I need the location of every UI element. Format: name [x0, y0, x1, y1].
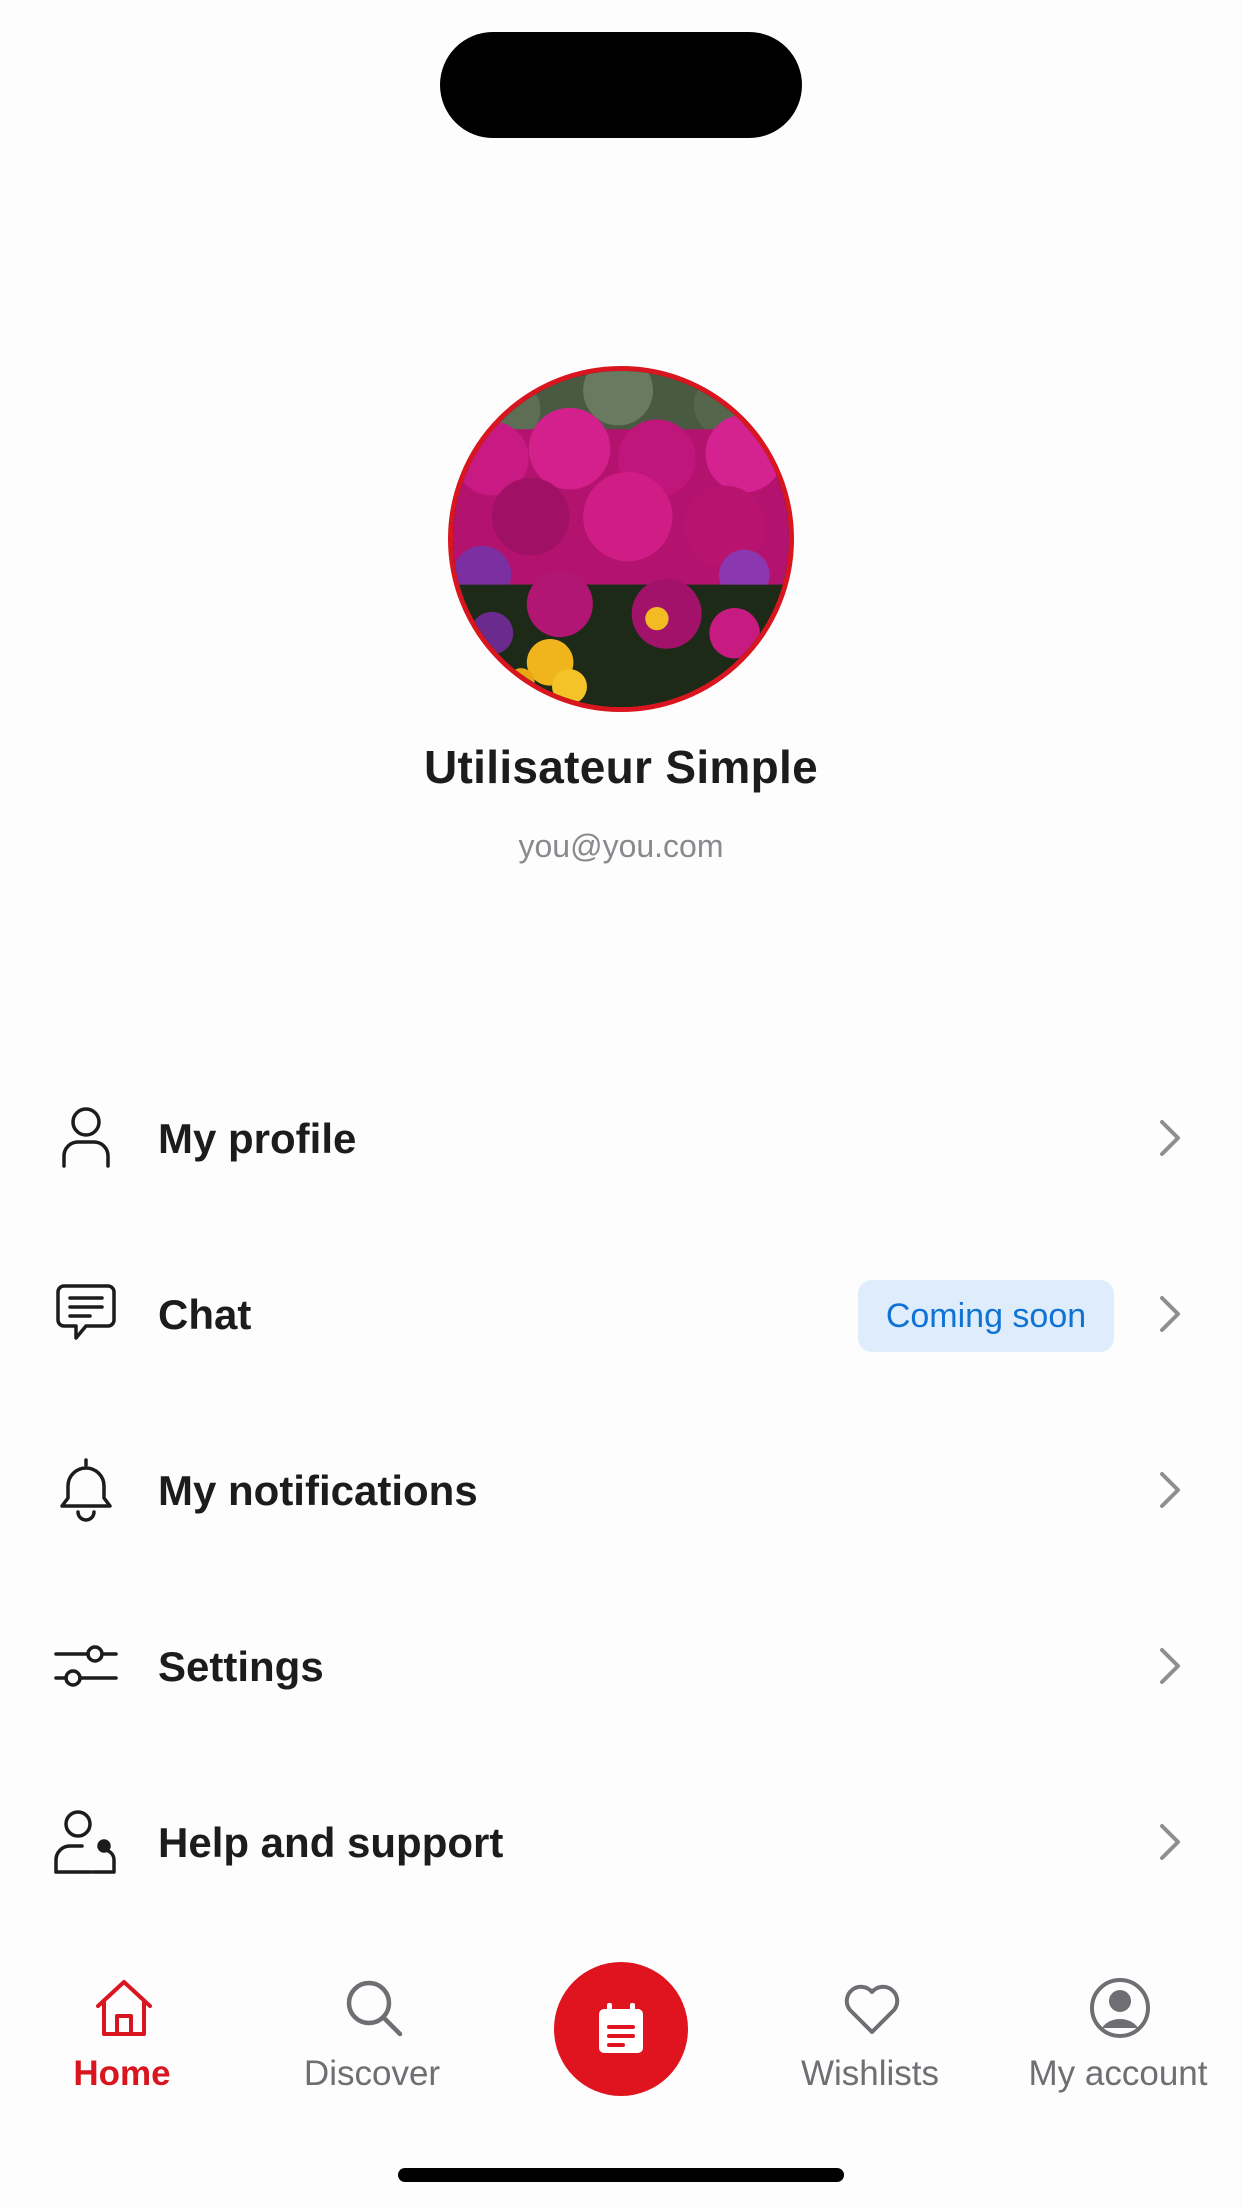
- user-email: you@you.com: [518, 828, 724, 864]
- menu-item-help-and-support[interactable]: Help and support: [0, 1754, 1242, 1930]
- chevron-right-icon: [1150, 1468, 1190, 1512]
- home-icon: [92, 1976, 156, 2040]
- tab-label: Discover: [303, 2054, 441, 2093]
- coming-soon-badge: Coming soon: [858, 1280, 1114, 1352]
- account-screen: Utilisateur Simple you@you.com My profil…: [0, 0, 1242, 2208]
- tab-label: Wishlists: [800, 2054, 940, 2093]
- menu-label: Help and support: [158, 1819, 504, 1866]
- menu-label: My notifications: [158, 1467, 478, 1514]
- tab-home[interactable]: Home: [12, 1950, 232, 2130]
- menu-item-settings[interactable]: Settings: [0, 1578, 1242, 1754]
- tab-label: Home: [73, 2054, 171, 2093]
- chevron-right-icon: [1150, 1116, 1190, 1160]
- sliders-icon: [52, 1632, 120, 1700]
- menu-item-my-notifications[interactable]: My notifications: [0, 1402, 1242, 1578]
- tab-wishlists[interactable]: Wishlists: [760, 1950, 980, 2130]
- tab-my-account[interactable]: My account: [1008, 1950, 1228, 2130]
- calendar-fab-button[interactable]: [554, 1962, 688, 2096]
- dynamic-island: [440, 32, 802, 138]
- avatar-photo: [453, 371, 789, 707]
- menu-label: Settings: [158, 1643, 324, 1690]
- heart-icon: [840, 1976, 904, 2040]
- account-icon: [1088, 1976, 1152, 2040]
- tab-discover[interactable]: Discover: [262, 1950, 482, 2130]
- chevron-right-icon: [1150, 1644, 1190, 1688]
- bell-icon: [52, 1456, 120, 1524]
- chat-icon: [52, 1280, 120, 1348]
- menu-item-my-profile[interactable]: My profile: [0, 1050, 1242, 1226]
- search-icon: [342, 1976, 406, 2040]
- chevron-right-icon: [1150, 1820, 1190, 1864]
- account-menu: My profile Chat Coming soon My notificat…: [0, 1050, 1242, 1930]
- avatar[interactable]: [448, 366, 794, 712]
- person-icon: [52, 1104, 120, 1172]
- menu-item-chat[interactable]: Chat Coming soon: [0, 1226, 1242, 1402]
- home-indicator: [398, 2168, 844, 2182]
- menu-label: Chat: [158, 1291, 252, 1338]
- user-name: Utilisateur Simple: [424, 741, 818, 793]
- calendar-icon: [599, 2003, 643, 2053]
- menu-label: My profile: [158, 1115, 357, 1162]
- tab-label: My account: [1028, 2054, 1208, 2093]
- support-person-icon: [52, 1808, 120, 1876]
- chevron-right-icon: [1150, 1292, 1190, 1336]
